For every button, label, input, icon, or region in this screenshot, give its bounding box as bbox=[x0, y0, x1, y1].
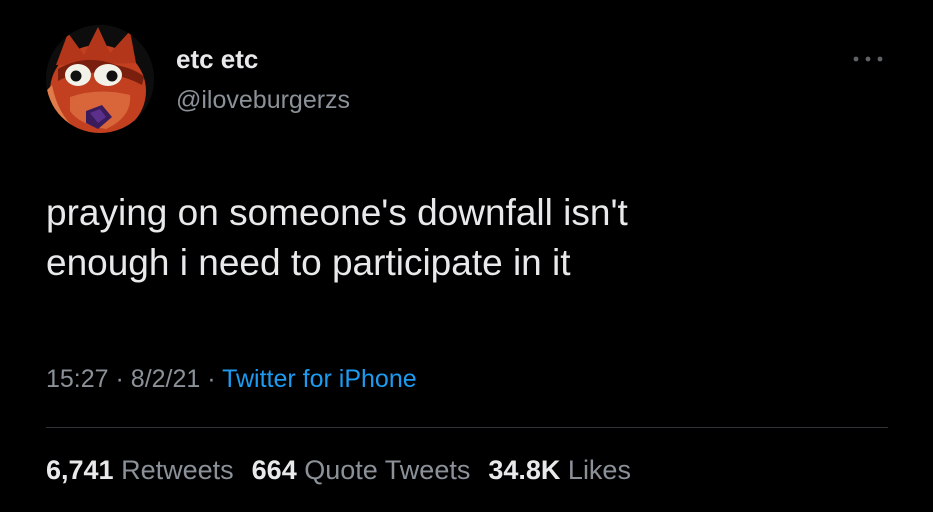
retweets-label: Retweets bbox=[121, 455, 234, 485]
avatar[interactable] bbox=[46, 25, 154, 133]
tweet-meta: 15:27 · 8/2/21 · Twitter for iPhone bbox=[46, 365, 417, 394]
retweets-stat[interactable]: 6,741 Retweets bbox=[46, 455, 234, 486]
likes-stat[interactable]: 34.8K Likes bbox=[488, 455, 631, 486]
cartoon-character-avatar-icon bbox=[46, 25, 154, 133]
tweet-text: praying on someone's downfall isn't enou… bbox=[46, 188, 886, 288]
divider bbox=[46, 427, 888, 428]
tweet-stats: 6,741 Retweets 664 Quote Tweets 34.8K Like… bbox=[46, 455, 649, 486]
likes-count: 34.8K bbox=[488, 455, 561, 485]
quote-tweets-count: 664 bbox=[251, 455, 297, 485]
tweet-time[interactable]: 15:27 bbox=[46, 365, 109, 393]
tweet-text-line: enough i need to participate in it bbox=[46, 242, 571, 283]
display-name[interactable]: etc etc bbox=[176, 44, 258, 75]
likes-label: Likes bbox=[567, 455, 631, 485]
quote-tweets-label: Quote Tweets bbox=[304, 455, 471, 485]
quote-tweets-stat[interactable]: 664 Quote Tweets bbox=[252, 455, 471, 486]
user-handle[interactable]: @iloveburgerzs bbox=[176, 86, 350, 115]
tweet-text-line: praying on someone's downfall isn't bbox=[46, 192, 628, 233]
retweets-count: 6,741 bbox=[46, 455, 114, 485]
meta-separator: · bbox=[115, 365, 124, 393]
tweet-date[interactable]: 8/2/21 bbox=[131, 365, 201, 393]
tweet-source-link[interactable]: Twitter for iPhone bbox=[222, 365, 417, 393]
more-options-icon[interactable] bbox=[848, 52, 888, 66]
tweet-card: etc etc @iloveburgerzs praying on someon… bbox=[0, 0, 933, 512]
meta-separator: · bbox=[207, 365, 216, 393]
